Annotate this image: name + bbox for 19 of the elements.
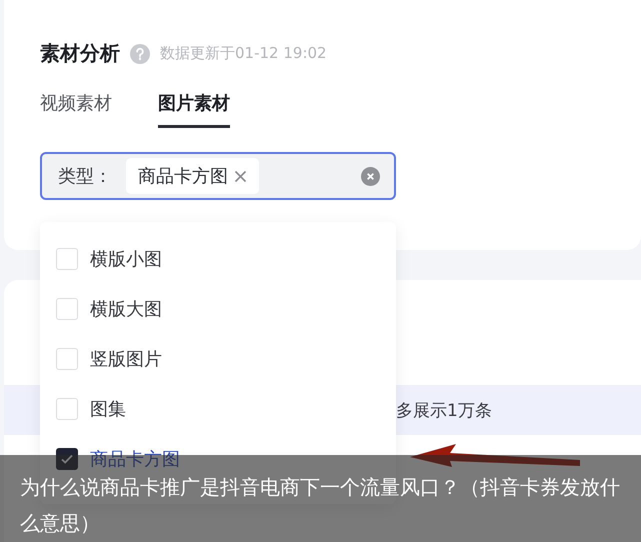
arrow-icon [410,444,580,467]
close-icon[interactable] [234,170,247,182]
check-icon [60,452,74,466]
menu-option[interactable]: 图集 [40,384,396,434]
section-title: 素材分析 [40,40,120,67]
update-time: 数据更新于01-12 19:02 [160,44,327,63]
menu-option[interactable]: 横版大图 [40,284,396,334]
caption-text: 为什么说商品卡推广是抖音电商下一个流量风口？（抖音卡券发放什么意思） [20,474,621,537]
type-select[interactable]: 类型： 商品卡方图 [40,152,396,200]
menu-option[interactable]: 竖版图片 [40,334,396,384]
tab[interactable]: 图片素材 [158,91,230,128]
help-icon[interactable] [130,44,150,64]
select-label: 类型： [58,165,112,188]
clear-icon[interactable] [361,166,380,186]
tab[interactable]: 视频素材 [40,91,112,128]
notice-text: 多展示1万条 [396,400,492,422]
menu-option[interactable]: 横版小图 [40,234,396,284]
checkbox[interactable] [56,448,78,470]
tag-label: 商品卡方图 [138,165,228,188]
